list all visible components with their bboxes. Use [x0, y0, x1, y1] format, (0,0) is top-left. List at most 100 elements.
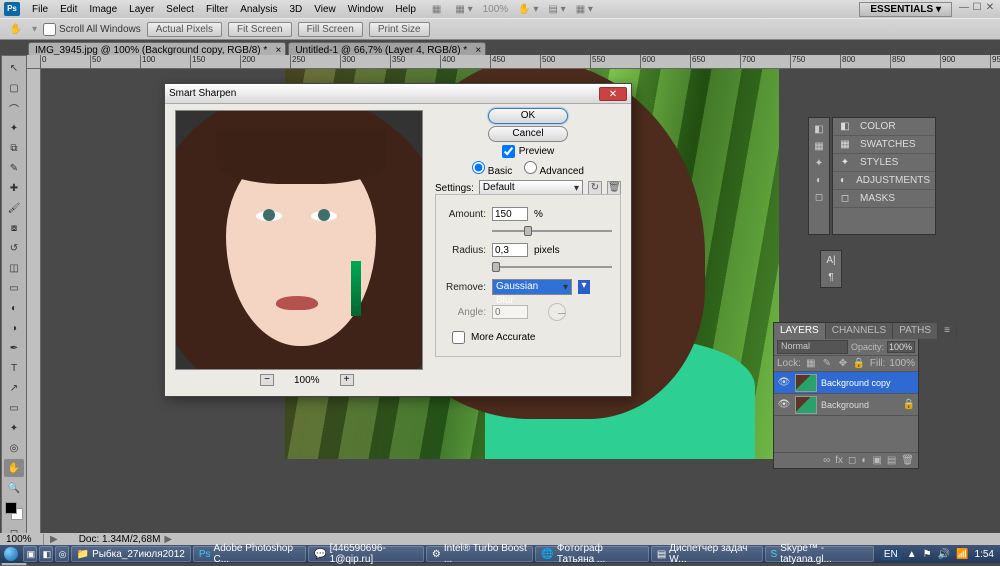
delete-layer-icon[interactable]: 🗑 — [901, 455, 914, 466]
menu-file[interactable]: File — [26, 4, 54, 15]
panel-icon[interactable]: ◻ — [815, 192, 823, 203]
remove-arrow-icon[interactable]: ▾ — [578, 280, 590, 294]
dialog-close-button[interactable]: ✕ — [599, 87, 627, 101]
cancel-button[interactable]: Cancel — [488, 126, 568, 142]
radius-input[interactable] — [492, 243, 528, 257]
crop-tool[interactable]: ⧉ — [4, 139, 24, 157]
start-button[interactable] — [0, 545, 22, 563]
zoom-level[interactable]: 100% — [483, 4, 509, 15]
menu-layer[interactable]: Layer — [123, 4, 160, 15]
menu-image[interactable]: Image — [83, 4, 123, 15]
zoom-input[interactable]: 100% — [4, 534, 44, 545]
zoom-tool[interactable]: 🔍 — [4, 479, 24, 497]
taskbar-item[interactable]: 📁Рыбка_27июля2012 — [71, 546, 191, 562]
layer-name[interactable]: Background — [821, 400, 899, 410]
pen-tool[interactable]: ✒ — [4, 339, 24, 357]
adjustment-layer-icon[interactable]: ◐ — [861, 455, 867, 466]
blend-mode-dropdown[interactable]: Normal — [777, 340, 848, 354]
new-layer-icon[interactable]: ▤ — [887, 455, 896, 466]
visibility-icon[interactable]: 👁 — [777, 377, 791, 388]
panel-menu-icon[interactable]: ≡ — [938, 323, 957, 339]
pinned-app[interactable]: ◧ — [39, 546, 53, 562]
layer-style-icon[interactable]: fx — [835, 455, 843, 466]
tray-icon[interactable]: ▲ — [907, 549, 917, 560]
path-tool[interactable]: ↗ — [4, 379, 24, 397]
type-tool[interactable]: T — [4, 359, 24, 377]
taskbar-item[interactable]: SSkype™ - tatyana.gl... — [765, 546, 874, 562]
menu-analysis[interactable]: Analysis — [234, 4, 283, 15]
taskbar-item[interactable]: 💬[446590696-1@qip.ru] — [308, 546, 424, 562]
close-button[interactable]: ✕ — [984, 3, 996, 15]
layer-mask-icon[interactable]: ◻ — [848, 455, 856, 466]
eyedropper-tool[interactable]: ✎ — [4, 159, 24, 177]
more-accurate-checkbox[interactable] — [452, 331, 465, 344]
lock-all-icon[interactable]: 🔒 — [853, 358, 865, 370]
move-tool[interactable]: ↖ — [4, 59, 24, 77]
char-panel-icon[interactable]: A| — [826, 255, 835, 266]
save-preset-icon[interactable]: ↻ — [588, 181, 602, 195]
scroll-all-checkbox[interactable]: Scroll All Windows — [43, 23, 141, 36]
lock-paint-icon[interactable]: ✎ — [821, 358, 833, 370]
visibility-icon[interactable]: 👁 — [777, 399, 791, 410]
fit-screen-button[interactable]: Fit Screen — [228, 22, 292, 37]
ruler-horizontal[interactable]: 0501001502002503003504004505005506006507… — [27, 55, 1000, 69]
ok-button[interactable]: OK — [488, 108, 568, 124]
tray-icon[interactable]: ⚑ — [923, 549, 932, 560]
tray-icon[interactable]: 📶 — [956, 549, 968, 560]
hand-tool[interactable]: ✋ — [4, 459, 24, 477]
blur-tool[interactable]: ◐ — [4, 299, 24, 317]
paths-tab[interactable]: PATHS — [893, 323, 938, 339]
print-size-button[interactable]: Print Size — [369, 22, 430, 37]
layers-tab[interactable]: LAYERS — [774, 323, 826, 339]
menu-help[interactable]: Help — [389, 4, 422, 15]
gradient-tool[interactable]: ▭ — [4, 279, 24, 297]
taskbar-item[interactable]: PsAdobe Photoshop C... — [193, 546, 306, 562]
channels-tab[interactable]: CHANNELS — [826, 323, 893, 339]
color-panel[interactable]: ◧COLOR — [833, 118, 935, 136]
zoom-in-button[interactable]: + — [340, 374, 354, 386]
zoom-out-button[interactable]: − — [260, 374, 274, 386]
layer-thumbnail[interactable] — [795, 374, 817, 392]
fill-input[interactable]: 100% — [889, 358, 915, 369]
preview-image[interactable] — [175, 110, 423, 370]
dialog-titlebar[interactable]: Smart Sharpen ✕ — [165, 84, 631, 104]
panel-icon[interactable]: ◐ — [816, 175, 822, 186]
panel-icon[interactable]: ▦ — [814, 141, 823, 152]
amount-input[interactable] — [492, 207, 528, 221]
dodge-tool[interactable]: ◑ — [4, 319, 24, 337]
pinned-app[interactable]: ◎ — [55, 546, 69, 562]
restore-button[interactable]: ☐ — [971, 3, 983, 15]
layer-row[interactable]: 👁 Background copy — [774, 372, 918, 394]
menu-3d[interactable]: 3D — [283, 4, 308, 15]
preview-checkbox[interactable] — [502, 145, 515, 158]
layer-group-icon[interactable]: ▣ — [872, 455, 881, 466]
masks-panel[interactable]: ◻MASKS — [833, 190, 935, 208]
hand-tool-icon[interactable]: ✋ — [6, 24, 26, 35]
advanced-radio[interactable]: Advanced — [524, 161, 584, 177]
eraser-tool[interactable]: ◫ — [4, 259, 24, 277]
panel-icon[interactable]: ✦ — [815, 158, 823, 169]
para-panel-icon[interactable]: ¶ — [828, 272, 833, 283]
clock[interactable]: 1:54 — [975, 549, 994, 560]
tray-icon[interactable]: 🔊 — [938, 549, 950, 560]
taskbar-item[interactable]: ⚙Intel® Turbo Boost ... — [426, 546, 534, 562]
marquee-tool[interactable]: ▢ — [4, 79, 24, 97]
swatches-panel[interactable]: ▦SWATCHES — [833, 136, 935, 154]
remove-dropdown[interactable]: Gaussian Blur — [492, 279, 572, 295]
adjustments-panel[interactable]: ◐ADJUSTMENTS — [833, 172, 935, 190]
layer-thumbnail[interactable] — [795, 396, 817, 414]
ruler-vertical[interactable] — [27, 69, 41, 533]
panel-icon[interactable]: ◧ — [814, 124, 823, 135]
minimize-button[interactable]: — — [958, 3, 970, 15]
3d-cam-tool[interactable]: ◎ — [4, 439, 24, 457]
brush-tool[interactable]: 🖌 — [4, 199, 24, 217]
lock-transparent-icon[interactable]: ▦ — [805, 358, 817, 370]
menu-window[interactable]: Window — [342, 4, 390, 15]
radius-slider[interactable] — [492, 261, 612, 273]
heal-tool[interactable]: ✚ — [4, 179, 24, 197]
fill-screen-button[interactable]: Fill Screen — [298, 22, 363, 37]
menu-view[interactable]: View — [308, 4, 342, 15]
basic-radio[interactable]: Basic — [472, 161, 512, 177]
history-brush-tool[interactable]: ↺ — [4, 239, 24, 257]
actual-pixels-button[interactable]: Actual Pixels — [147, 22, 222, 37]
